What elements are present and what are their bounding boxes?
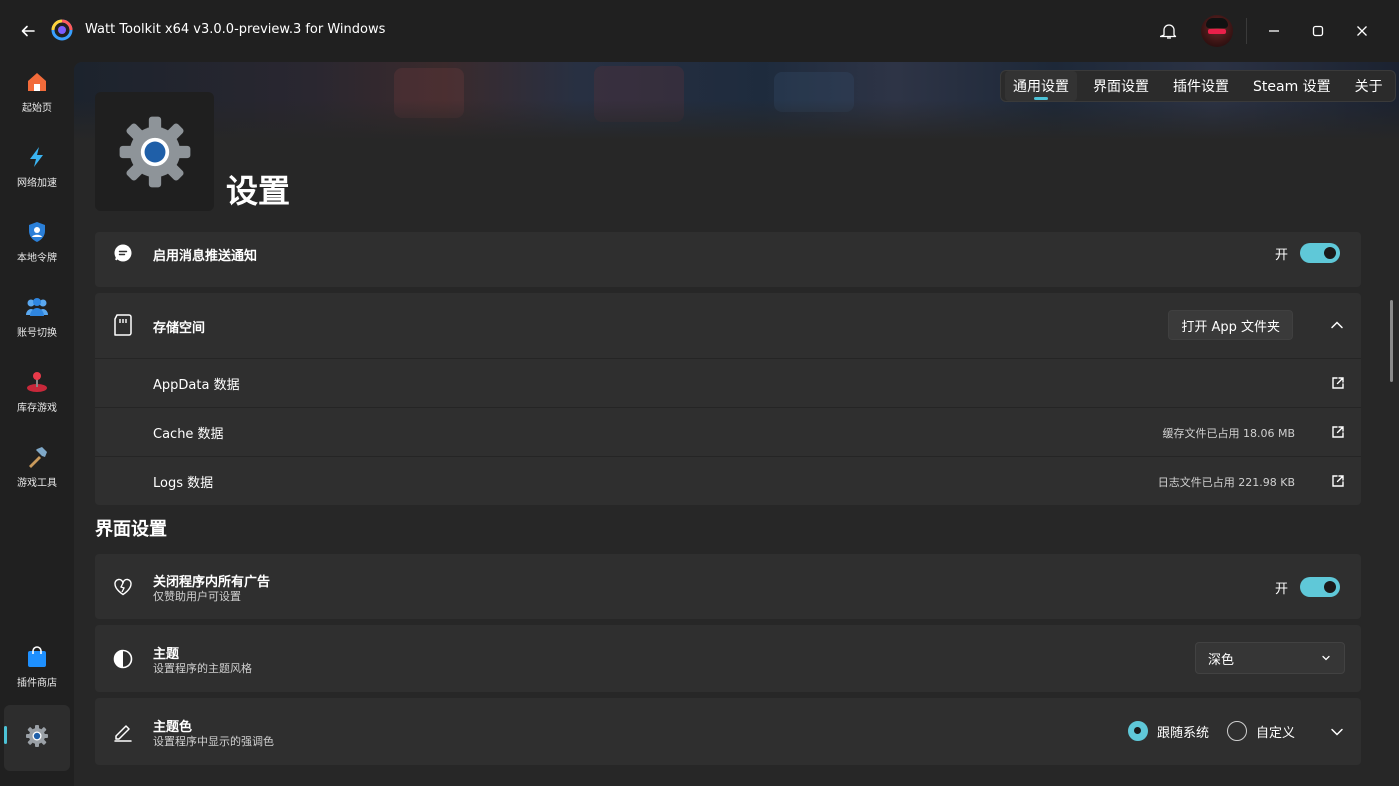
close-icon	[1357, 26, 1367, 36]
notify-toggle[interactable]	[1300, 243, 1340, 263]
sidebar-item-local-auth[interactable]: 本地令牌	[4, 208, 70, 274]
tab-plugins[interactable]: 插件设置	[1165, 71, 1237, 101]
sidebar-item-game-library[interactable]: 库存游戏	[4, 358, 70, 424]
close-button[interactable]	[1347, 16, 1377, 46]
accent-color-setting-card: 主题色 设置程序中显示的强调色 跟随系统 自定义	[95, 698, 1361, 765]
open-external-icon[interactable]	[1331, 474, 1345, 488]
storage-setting-card: 存储空间 打开 App 文件夹 AppData 数据 Cache 数据 缓存文件…	[95, 293, 1361, 505]
active-indicator	[4, 726, 7, 744]
ads-toggle[interactable]	[1300, 577, 1340, 597]
ads-subtitle: 仅赞助用户可设置	[153, 590, 241, 603]
cache-row[interactable]: Cache 数据 缓存文件已占用 18.06 MB	[95, 408, 1361, 456]
storage-header-row[interactable]: 存储空间 打开 App 文件夹	[95, 293, 1361, 358]
sidebar-item-settings[interactable]	[4, 705, 70, 771]
title-bar: Watt Toolkit x64 v3.0.0-preview.3 for Wi…	[0, 0, 1399, 62]
theme-subtitle: 设置程序的主题风格	[153, 662, 252, 675]
broken-heart-icon	[111, 575, 135, 599]
tab-ui[interactable]: 界面设置	[1085, 71, 1157, 101]
sd-card-icon	[111, 313, 135, 337]
sidebar: 起始页 网络加速 本地令牌 账号切换 库存游戏 游戏工具 插件商店	[0, 62, 74, 786]
tab-steam[interactable]: Steam 设置	[1245, 71, 1339, 101]
notify-state-label: 开	[1274, 247, 1288, 263]
notify-title: 启用消息推送通知	[153, 249, 258, 264]
logs-title: Logs 数据	[153, 476, 214, 491]
theme-select[interactable]: 深色	[1195, 642, 1345, 674]
minimize-icon	[1269, 30, 1279, 32]
storage-title: 存储空间	[153, 321, 206, 336]
minimize-button[interactable]	[1259, 16, 1289, 46]
user-avatar[interactable]	[1201, 15, 1233, 47]
joystick-icon	[24, 369, 50, 395]
page-title: 设置	[226, 172, 291, 210]
logs-row[interactable]: Logs 数据 日志文件已占用 221.98 KB	[95, 457, 1361, 505]
chevron-down-icon	[1322, 655, 1330, 661]
contrast-icon	[111, 647, 135, 671]
accent-radio-group: 跟随系统 自定义	[1110, 721, 1295, 741]
cache-size-label: 缓存文件已占用 18.06 MB	[1162, 427, 1295, 440]
settings-header-icon	[95, 92, 214, 211]
hammer-icon	[24, 444, 50, 470]
ui-section-title: 界面设置	[95, 519, 167, 540]
back-button[interactable]	[16, 19, 40, 43]
ads-state-label: 开	[1274, 581, 1288, 597]
home-icon	[24, 69, 50, 95]
window-title: Watt Toolkit x64 v3.0.0-preview.3 for Wi…	[85, 22, 386, 37]
sidebar-item-plugin-store[interactable]: 插件商店	[4, 633, 70, 699]
lightning-icon	[24, 144, 50, 170]
open-external-icon[interactable]	[1331, 425, 1345, 439]
sidebar-item-account-switch[interactable]: 账号切换	[4, 283, 70, 349]
ads-setting-card: 关闭程序内所有广告 仅赞助用户可设置 开	[95, 554, 1361, 619]
radio-follow-system[interactable]: 跟随系统	[1127, 721, 1209, 741]
users-icon	[24, 294, 50, 320]
open-app-folder-button[interactable]: 打开 App 文件夹	[1168, 310, 1293, 340]
sidebar-item-home[interactable]: 起始页	[4, 58, 70, 124]
sidebar-item-network-accel[interactable]: 网络加速	[4, 133, 70, 199]
vertical-scrollbar[interactable]	[1390, 300, 1393, 382]
open-external-icon[interactable]	[1331, 376, 1345, 390]
appdata-row[interactable]: AppData 数据	[95, 359, 1361, 407]
appdata-title: AppData 数据	[153, 378, 240, 393]
chevron-down-icon[interactable]	[1329, 724, 1345, 740]
pen-icon	[111, 720, 135, 744]
gear-icon	[24, 723, 50, 749]
notify-setting-card: 启用消息推送通知 开	[95, 232, 1361, 287]
radio-custom[interactable]: 自定义	[1226, 721, 1295, 741]
chevron-up-icon[interactable]	[1329, 317, 1345, 333]
main-content: 通用设置 界面设置 插件设置 Steam 设置 关于 设置 启用消息推送通知 开…	[74, 62, 1399, 786]
logs-size-label: 日志文件已占用 221.98 KB	[1157, 476, 1295, 489]
tab-general[interactable]: 通用设置	[1005, 71, 1077, 101]
settings-tabs: 通用设置 界面设置 插件设置 Steam 设置 关于	[1000, 70, 1396, 102]
notification-button[interactable]	[1154, 16, 1184, 46]
cache-title: Cache 数据	[153, 427, 224, 442]
shield-user-icon	[24, 219, 50, 245]
maximize-icon	[1312, 25, 1324, 37]
theme-select-value: 深色	[1208, 652, 1235, 668]
theme-setting-card: 主题 设置程序的主题风格 深色	[95, 625, 1361, 692]
accent-subtitle: 设置程序中显示的强调色	[153, 735, 274, 748]
sidebar-item-game-tools[interactable]: 游戏工具	[4, 433, 70, 499]
tab-about[interactable]: 关于	[1347, 71, 1391, 101]
title-separator	[1246, 18, 1247, 44]
gear-icon	[119, 116, 190, 187]
arrow-left-icon	[21, 25, 35, 37]
app-logo-icon	[50, 18, 74, 42]
shopping-bag-icon	[24, 644, 50, 670]
message-bubble-icon	[111, 241, 135, 265]
maximize-button[interactable]	[1303, 16, 1333, 46]
bell-icon	[1160, 24, 1177, 39]
